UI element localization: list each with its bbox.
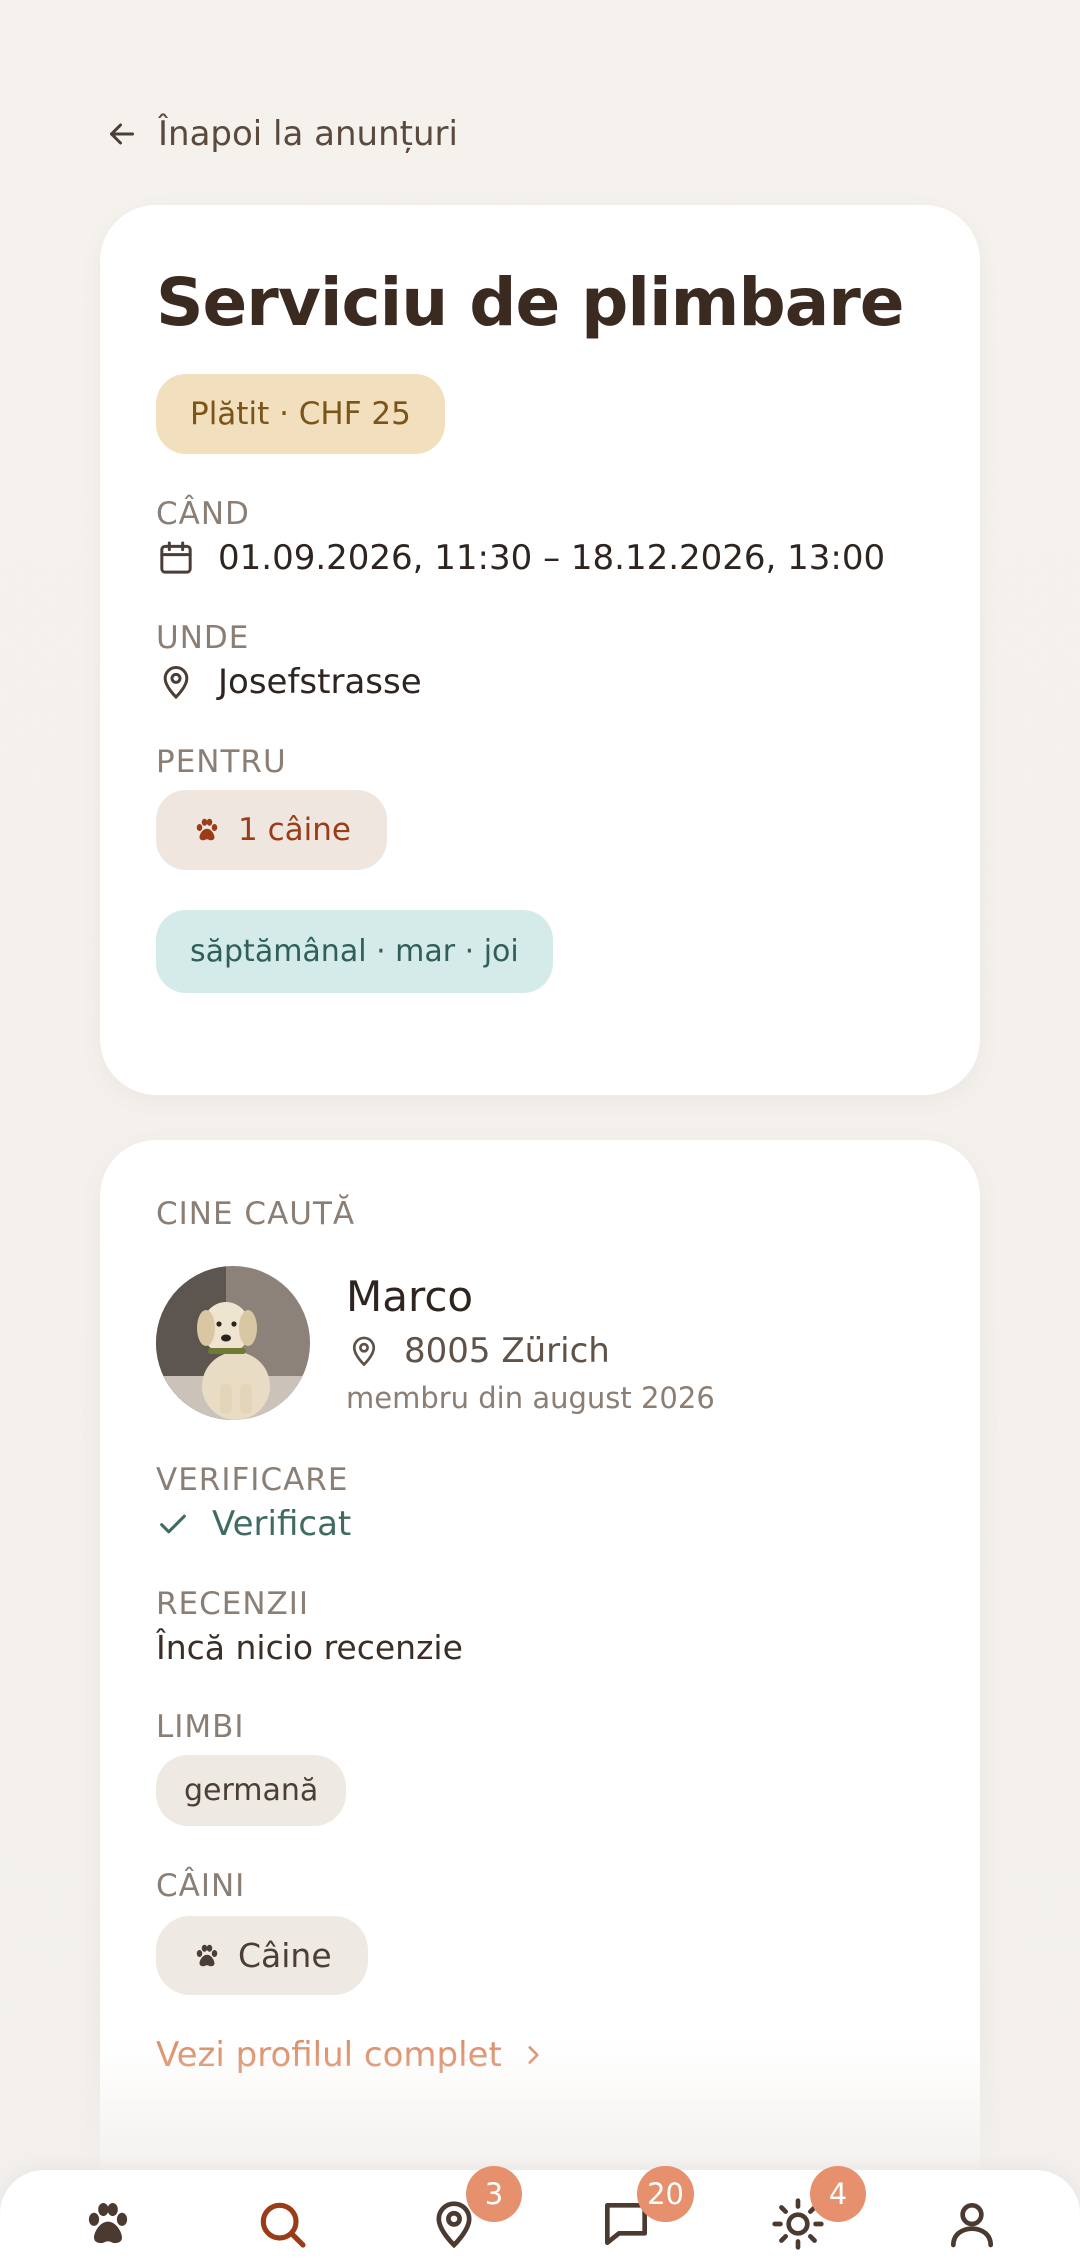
verification-status: Verificat [156, 1504, 924, 1544]
avatar[interactable] [156, 1266, 310, 1420]
bottom-nav: 3 20 4 [0, 2166, 1080, 2268]
reviews-section: RECENZII Încă nicio recenzie [156, 1586, 924, 1667]
nav-map[interactable]: 3 [424, 2166, 522, 2254]
owner-section-label: CINE CAUTĂ [156, 1196, 356, 1232]
dog-chip[interactable]: Câine [156, 1916, 368, 1995]
where-value: Josefstrasse [218, 661, 422, 702]
pet-count-text: 1 câine [238, 811, 351, 848]
pet-count-badge: 1 câine [156, 789, 387, 870]
where-row: Josefstrasse [156, 662, 924, 702]
listing-title: Serviciu de plimbare [156, 264, 905, 341]
nav-search[interactable] [252, 2194, 312, 2254]
listing-card: Serviciu de plimbare Plătit · CHF 25 CÂN… [100, 205, 980, 1095]
when-row: 01.09.2026, 11:30 – 18.12.2026, 13:00 [156, 538, 924, 578]
view-profile-link[interactable]: Vezi profilul complet [156, 2035, 924, 2075]
paw-icon [196, 818, 218, 840]
nav-messages[interactable]: 20 [596, 2166, 694, 2254]
back-link-label: Înapoi la anunțuri [158, 114, 458, 154]
map-badge: 3 [466, 2166, 522, 2222]
when-section: CÂND 01.09.2026, 11:30 – 18.12.2026, 13:… [156, 496, 924, 578]
price-badge: Plătit · CHF 25 [156, 373, 445, 454]
languages-label: LIMBI [156, 1709, 245, 1745]
owner-profile: Marco 8005 Zürich membru din august 2026 [156, 1266, 924, 1420]
for-label: PENTRU [156, 743, 287, 780]
map-pin-icon [163, 665, 189, 699]
verification-value: Verificat [212, 1504, 352, 1544]
member-since: membru din august 2026 [346, 1381, 715, 1415]
where-section: UNDE Josefstrasse [156, 620, 924, 702]
user-icon [951, 2203, 993, 2248]
dogs-label: CÂINI [156, 1868, 246, 1904]
activity-badge: 4 [810, 2166, 866, 2222]
paw-icon [196, 1944, 218, 1966]
when-value: 01.09.2026, 11:30 – 18.12.2026, 13:00 [218, 537, 886, 578]
language-chip: germană [156, 1755, 347, 1826]
where-label: UNDE [156, 619, 250, 656]
reviews-value: Încă nicio recenzie [156, 1628, 463, 1667]
nav-profile[interactable] [942, 2194, 1002, 2254]
for-section: PENTRU 1 câine [156, 744, 924, 870]
dog-chip-label: Câine [238, 1936, 332, 1975]
dog-photo [156, 1266, 310, 1420]
owner-name: Marco [346, 1272, 474, 1321]
owner-location: 8005 Zürich [346, 1331, 715, 1371]
search-icon [260, 2202, 306, 2248]
verification-label: VERIFICARE [156, 1462, 349, 1498]
calendar-icon [160, 541, 192, 574]
arrow-left-icon [110, 123, 134, 145]
owner-card: CINE CAUTĂ Marco 8005 Zürich membru din … [100, 1140, 980, 2268]
back-link[interactable]: Înapoi la anunțuri [104, 114, 458, 154]
view-profile-label: Vezi profilul complet [156, 2035, 502, 2075]
dogs-section: CÂINI Câine [156, 1868, 924, 1995]
languages-section: LIMBI germană [156, 1709, 924, 1826]
nav-home[interactable] [78, 2194, 138, 2254]
verification-section: VERIFICARE Verificat [156, 1462, 924, 1544]
chevron-right-icon [528, 2046, 539, 2064]
when-label: CÂND [156, 495, 250, 532]
check-icon [160, 1514, 186, 1534]
nav-activity[interactable]: 4 [768, 2166, 866, 2254]
paw-icon [88, 2203, 128, 2244]
schedule-badge: săptămânal · mar · joi [156, 909, 553, 993]
map-pin-icon [352, 1336, 376, 1367]
reviews-label: RECENZII [156, 1586, 310, 1622]
owner-location-text: 8005 Zürich [404, 1331, 610, 1371]
messages-badge: 20 [637, 2166, 694, 2222]
owner-info: Marco 8005 Zürich membru din august 2026 [346, 1266, 715, 1415]
